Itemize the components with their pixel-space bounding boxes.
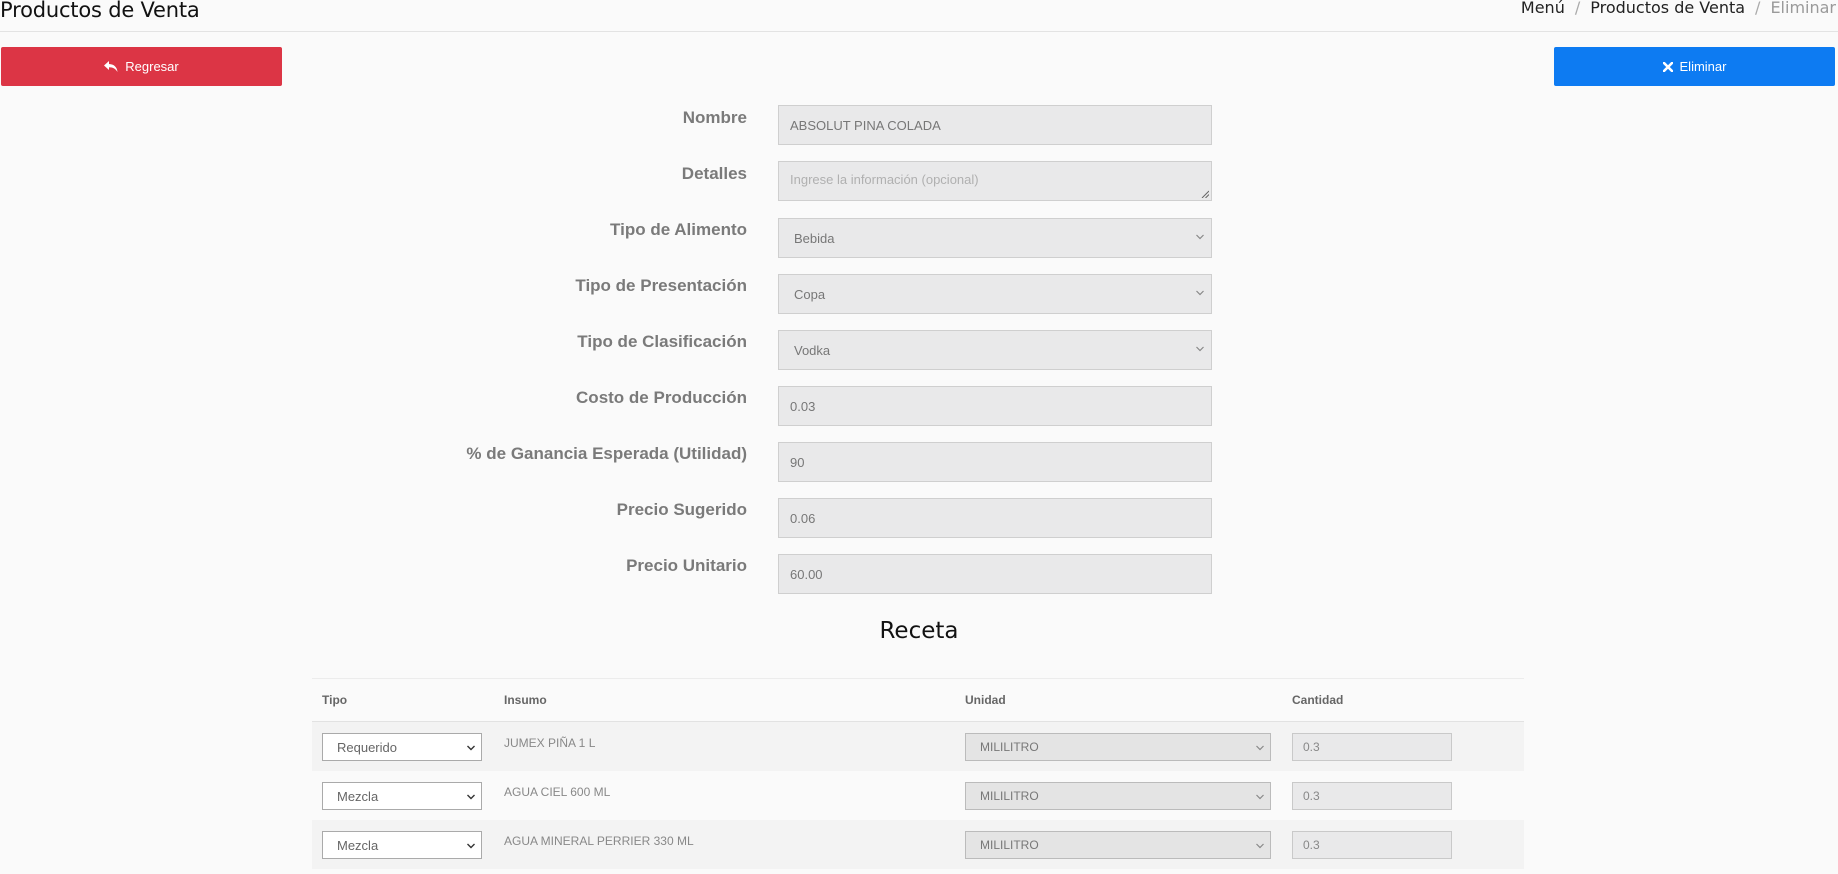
column-header-tipo: Tipo bbox=[322, 693, 348, 707]
form-row-costo-produccion: Costo de Producción 0.03 bbox=[0, 386, 1838, 432]
chevron-down-icon bbox=[1256, 745, 1264, 751]
chevron-down-icon bbox=[467, 843, 475, 849]
costo-produccion-input[interactable]: 0.03 bbox=[778, 386, 1212, 426]
times-icon bbox=[1662, 61, 1673, 72]
tipo-select[interactable]: Mezcla bbox=[322, 831, 482, 859]
chevron-down-icon bbox=[1256, 794, 1264, 800]
back-button[interactable]: Regresar bbox=[1, 47, 282, 86]
tipo-value: Mezcla bbox=[337, 837, 379, 853]
field-label: Tipo de Alimento bbox=[610, 220, 747, 239]
receta-table: Tipo Insumo Unidad Cantidad Requerido JU… bbox=[312, 678, 1524, 869]
cantidad-input[interactable]: 0.3 bbox=[1292, 831, 1452, 859]
column-header-insumo: Insumo bbox=[504, 693, 547, 707]
form-row-detalles: Detalles Ingrese la información (opciona… bbox=[0, 161, 1838, 208]
form-row-nombre: Nombre ABSOLUT PINA COLADA bbox=[0, 105, 1838, 152]
ganancia-input[interactable]: 90 bbox=[778, 442, 1212, 482]
insumo-text: AGUA MINERAL PERRIER 330 ML bbox=[504, 834, 694, 848]
receta-title: Receta bbox=[879, 618, 959, 644]
top-bar: Productos de Venta Menú / Productos de Ven… bbox=[0, 0, 1838, 32]
precio-sugerido-input[interactable]: 0.06 bbox=[778, 498, 1212, 538]
tipo-presentacion-value: Copa bbox=[794, 286, 826, 302]
delete-button-label: Eliminar bbox=[1679, 59, 1727, 74]
form-row-tipo-alimento: Tipo de Alimento Bebida bbox=[0, 218, 1838, 264]
detalles-placeholder: Ingrese la información (opcional) bbox=[790, 172, 979, 187]
precio-unitario-input[interactable]: 60.00 bbox=[778, 554, 1212, 594]
field-label: Tipo de Clasificación bbox=[577, 332, 747, 351]
chevron-down-icon bbox=[1256, 843, 1264, 849]
tipo-value: Requerido bbox=[337, 739, 397, 755]
breadcrumb-separator: / bbox=[1574, 0, 1581, 17]
field-label: Costo de Producción bbox=[576, 388, 747, 407]
tipo-alimento-value: Bebida bbox=[794, 230, 835, 246]
field-label: Precio Unitario bbox=[626, 556, 747, 575]
tipo-clasificacion-value: Vodka bbox=[794, 342, 831, 358]
back-button-label: Regresar bbox=[125, 59, 179, 74]
unidad-select[interactable]: MILILITRO bbox=[965, 733, 1271, 761]
resize-grip-icon bbox=[1201, 190, 1209, 198]
form-row-precio-sugerido: Precio Sugerido 0.06 bbox=[0, 498, 1838, 544]
reply-arrow-icon bbox=[104, 60, 118, 72]
form-row-tipo-clasificacion: Tipo de Clasificación Vodka bbox=[0, 330, 1838, 376]
form-row-tipo-presentacion: Tipo de Presentación Copa bbox=[0, 274, 1838, 320]
insumo-text: JUMEX PIÑA 1 L bbox=[504, 736, 596, 750]
breadcrumb-current: Eliminar bbox=[1770, 0, 1836, 17]
chevron-down-icon bbox=[467, 745, 475, 751]
delete-button[interactable]: Eliminar bbox=[1554, 47, 1835, 86]
tipo-alimento-select[interactable]: Bebida bbox=[778, 218, 1212, 258]
insumo-text: AGUA CIEL 600 ML bbox=[504, 785, 611, 799]
form-row-ganancia: % de Ganancia Esperada (Utilidad) 90 bbox=[0, 442, 1838, 488]
breadcrumb-productos[interactable]: Productos de Venta bbox=[1590, 0, 1745, 17]
detalles-textarea[interactable]: Ingrese la información (opcional) bbox=[778, 161, 1212, 201]
tipo-select[interactable]: Mezcla bbox=[322, 782, 482, 810]
field-label: Tipo de Presentación bbox=[575, 276, 747, 295]
field-label: Nombre bbox=[682, 108, 747, 127]
unidad-select[interactable]: MILILITRO bbox=[965, 782, 1271, 810]
table-row: Requerido JUMEX PIÑA 1 L MILILITRO 0.3 bbox=[312, 722, 1524, 771]
unidad-value: MILILITRO bbox=[980, 838, 1039, 852]
page-title: Productos de Venta bbox=[0, 0, 200, 22]
tipo-value: Mezcla bbox=[337, 788, 379, 804]
field-label: Precio Sugerido bbox=[616, 500, 747, 519]
breadcrumb-menu[interactable]: Menú bbox=[1521, 0, 1565, 17]
table-row: Mezcla AGUA MINERAL PERRIER 330 ML MILIL… bbox=[312, 820, 1524, 869]
table-row: Mezcla AGUA CIEL 600 ML MILILITRO 0.3 bbox=[312, 771, 1524, 820]
nombre-input[interactable]: ABSOLUT PINA COLADA bbox=[778, 105, 1212, 145]
breadcrumb: Menú / Productos de Venta / Eliminar bbox=[1521, 0, 1836, 17]
column-header-unidad: Unidad bbox=[965, 693, 1006, 707]
column-header-cantidad: Cantidad bbox=[1292, 693, 1344, 707]
unidad-value: MILILITRO bbox=[980, 740, 1039, 754]
tipo-presentacion-select[interactable]: Copa bbox=[778, 274, 1212, 314]
chevron-down-icon bbox=[1196, 346, 1204, 352]
breadcrumb-separator: / bbox=[1755, 0, 1761, 17]
form-row-precio-unitario: Precio Unitario 60.00 bbox=[0, 554, 1838, 600]
tipo-clasificacion-select[interactable]: Vodka bbox=[778, 330, 1212, 370]
unidad-value: MILILITRO bbox=[980, 789, 1039, 803]
table-header: Tipo Insumo Unidad Cantidad bbox=[312, 678, 1524, 722]
field-label: Detalles bbox=[681, 164, 747, 183]
unidad-select[interactable]: MILILITRO bbox=[965, 831, 1271, 859]
chevron-down-icon bbox=[467, 794, 475, 800]
chevron-down-icon bbox=[1196, 290, 1204, 296]
cantidad-input[interactable]: 0.3 bbox=[1292, 733, 1452, 761]
field-label: % de Ganancia Esperada (Utilidad) bbox=[466, 444, 747, 463]
tipo-select[interactable]: Requerido bbox=[322, 733, 482, 761]
cantidad-input[interactable]: 0.3 bbox=[1292, 782, 1452, 810]
chevron-down-icon bbox=[1196, 234, 1204, 240]
